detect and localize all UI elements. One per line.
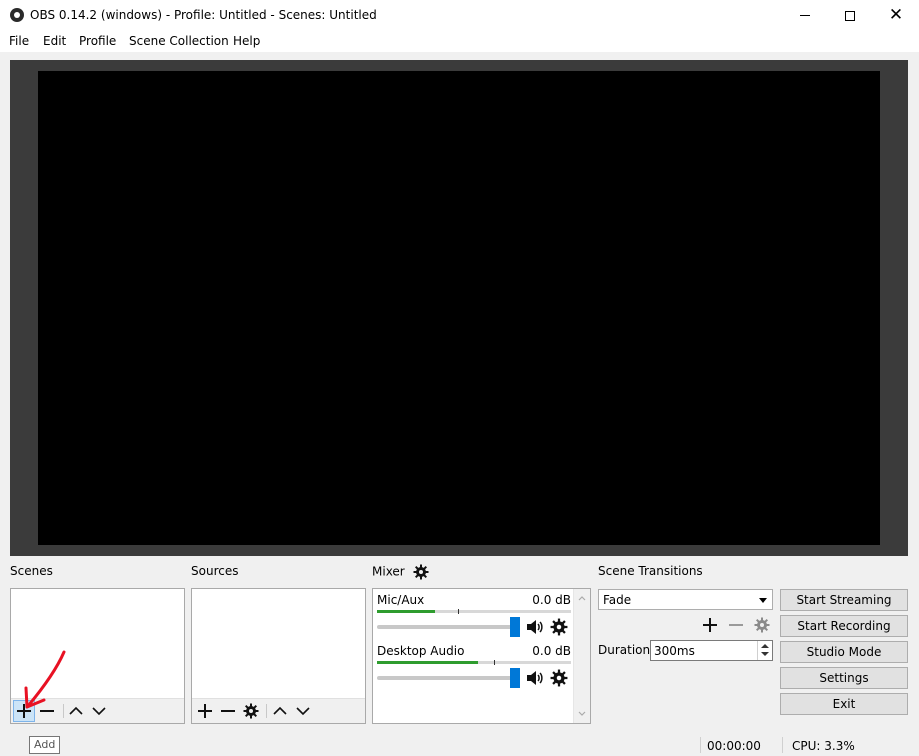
studio-mode-button[interactable]: Studio Mode [780, 641, 908, 663]
move-scene-down-button[interactable] [88, 700, 110, 722]
channel-db: 0.0 dB [532, 644, 571, 658]
maximize-icon [845, 10, 855, 21]
record-time: 00:00:00 [707, 739, 761, 753]
mixer-channel-desktop: Desktop Audio 0.0 dB [377, 644, 571, 690]
status-divider [700, 737, 701, 753]
transition-select[interactable]: Fade [598, 589, 773, 610]
transition-properties-button[interactable] [751, 614, 773, 636]
volume-slider[interactable] [377, 668, 520, 688]
menu-edit[interactable]: Edit [43, 34, 66, 48]
meter-peak [494, 660, 495, 665]
close-button[interactable]: ✕ [873, 0, 919, 31]
meter-level [377, 661, 478, 664]
mixer-scrollbar[interactable] [573, 589, 590, 723]
status-bar: 00:00:00 CPU: 3.3% [0, 733, 919, 756]
mixer-channel-mic: Mic/Aux 0.0 dB [377, 593, 571, 639]
slider-handle[interactable] [510, 668, 520, 688]
chevron-down-icon [296, 707, 310, 716]
duration-spinbox[interactable]: 300ms [650, 640, 773, 661]
volume-slider[interactable] [377, 617, 520, 637]
gear-icon [243, 703, 259, 719]
duration-value: 300ms [654, 644, 695, 658]
cpu-usage: CPU: 3.3% [792, 739, 855, 753]
mixer-panel: Mic/Aux 0.0 dB Desktop Audio 0.0 dB [372, 588, 591, 724]
slider-handle[interactable] [510, 617, 520, 637]
window-title: OBS 0.14.2 (windows) - Profile: Untitled… [30, 8, 377, 22]
duration-label: Duration [598, 643, 651, 657]
meter-peak [458, 609, 459, 614]
start-streaming-button[interactable]: Start Streaming [780, 589, 908, 611]
minimize-button[interactable] [782, 0, 828, 31]
settings-button[interactable]: Settings [780, 667, 908, 689]
annotation-arrow-icon [24, 650, 66, 709]
sources-toolbar [192, 698, 365, 723]
scenes-title: Scenes [10, 564, 53, 578]
maximize-button[interactable] [827, 0, 873, 31]
chevron-down-icon[interactable] [578, 710, 586, 718]
close-icon: ✕ [888, 5, 904, 25]
sources-list[interactable] [191, 588, 366, 724]
move-source-up-button[interactable] [269, 700, 291, 722]
menu-file[interactable]: File [9, 34, 29, 48]
sources-title: Sources [191, 564, 239, 578]
meter-level [377, 610, 436, 613]
volume-meter [377, 609, 571, 614]
preview-canvas[interactable] [38, 71, 880, 545]
gear-icon[interactable] [550, 669, 568, 687]
minus-icon [729, 624, 743, 626]
scene-transitions-title: Scene Transitions [598, 564, 703, 578]
gear-icon[interactable] [550, 618, 568, 636]
preview-area [10, 60, 908, 556]
plus-icon [198, 704, 212, 718]
chevron-up-icon [69, 706, 83, 715]
transition-selected: Fade [603, 593, 632, 607]
mixer-title: Mixer [372, 564, 405, 579]
gear-icon[interactable] [413, 564, 429, 580]
move-source-down-button[interactable] [292, 700, 314, 722]
menu-scene-collection[interactable]: Scene Collection [129, 34, 229, 48]
speaker-icon[interactable] [525, 669, 543, 687]
status-divider [782, 737, 783, 753]
toolbar-divider [266, 704, 267, 718]
source-properties-button[interactable] [240, 700, 262, 722]
add-transition-button[interactable] [699, 614, 721, 636]
chevron-down-icon [92, 707, 106, 716]
channel-name: Mic/Aux [377, 593, 425, 607]
mixer-title-wrap: Mixer [372, 564, 429, 580]
minus-icon [221, 710, 235, 712]
spin-buttons[interactable] [757, 641, 772, 660]
obs-logo-icon [10, 8, 24, 22]
dropdown-arrow-icon [759, 598, 767, 603]
remove-source-button[interactable] [217, 700, 239, 722]
menu-profile[interactable]: Profile [79, 34, 116, 48]
minimize-icon [800, 15, 810, 16]
exit-button[interactable]: Exit [780, 693, 908, 715]
chevron-up-icon[interactable] [578, 594, 586, 602]
channel-db: 0.0 dB [532, 593, 571, 607]
add-source-button[interactable] [194, 700, 216, 722]
speaker-icon[interactable] [525, 618, 543, 636]
decrement-icon[interactable] [761, 652, 769, 656]
menu-help[interactable]: Help [233, 34, 260, 48]
title-bar: OBS 0.14.2 (windows) - Profile: Untitled… [0, 0, 919, 31]
gear-icon [754, 617, 770, 633]
start-recording-button[interactable]: Start Recording [780, 615, 908, 637]
add-tooltip: Add [29, 736, 61, 754]
remove-transition-button[interactable] [725, 614, 747, 636]
chevron-up-icon [273, 706, 287, 715]
menu-bar: File Edit Profile Scene Collection Help [0, 31, 919, 52]
volume-meter [377, 660, 571, 665]
channel-name: Desktop Audio [377, 644, 465, 658]
plus-icon [703, 618, 717, 632]
increment-icon[interactable] [761, 644, 769, 648]
